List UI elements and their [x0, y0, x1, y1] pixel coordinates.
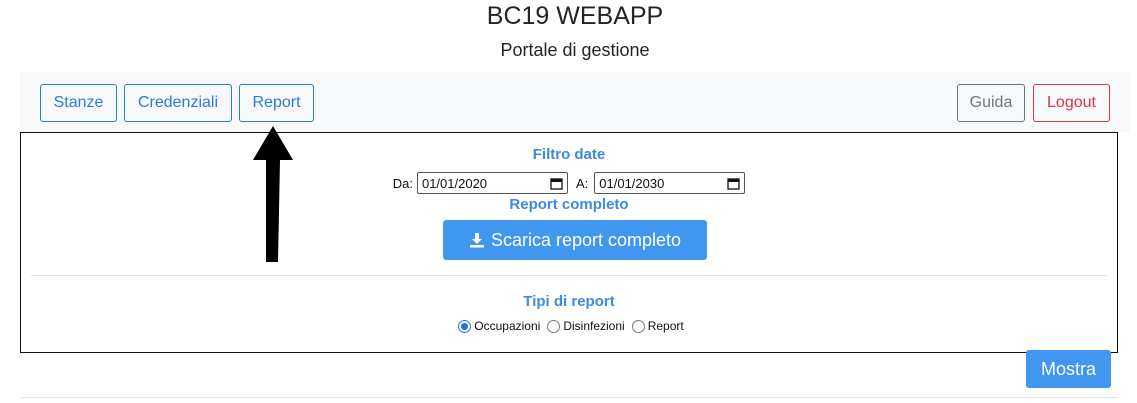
navbar: Stanze Credenziali Report Guida Logout: [20, 72, 1130, 132]
logout-button[interactable]: Logout: [1033, 84, 1110, 122]
guida-button[interactable]: Guida: [957, 84, 1025, 122]
radio-label-occupazioni: Occupazioni: [474, 319, 541, 333]
to-date-label: A:: [575, 175, 589, 191]
download-label: Scarica report completo: [490, 229, 682, 250]
radio-occupazioni[interactable]: [458, 319, 472, 333]
from-date-value: 01/01/2020: [421, 175, 488, 191]
download-full-report-button[interactable]: Scarica report completo: [443, 220, 707, 260]
calendar-icon[interactable]: [727, 177, 740, 190]
app-subtitle: Portale di gestione: [500, 40, 650, 60]
report-panel: Filtro date Da: 01/01/2020 A: 01/01/2030…: [20, 132, 1118, 353]
stanze-button[interactable]: Stanze: [40, 84, 117, 122]
report-button[interactable]: Report: [239, 84, 314, 122]
radio-disinfezioni[interactable]: [547, 319, 561, 333]
bottom-divider: [20, 397, 1118, 398]
full-report-title: Report completo: [509, 196, 629, 213]
credenziali-button[interactable]: Credenziali: [124, 84, 232, 122]
to-date-value: 01/01/2030: [599, 175, 665, 191]
from-date-input[interactable]: 01/01/2020: [416, 172, 568, 194]
annotation-arrow-icon: [253, 126, 293, 262]
show-button[interactable]: Mostra: [1026, 350, 1111, 388]
to-date-input[interactable]: 01/01/2030: [594, 172, 746, 194]
radio-label-disinfezioni: Disinfezioni: [563, 319, 625, 333]
report-type-options: Occupazioni Disinfezioni Report: [21, 319, 1117, 333]
download-icon: [469, 233, 484, 248]
date-filter-title: Filtro date: [532, 146, 606, 163]
radio-report[interactable]: [631, 319, 645, 333]
date-filter-row: Da: 01/01/2020 A: 01/01/2030: [21, 172, 1117, 194]
radio-label-report: Report: [647, 319, 684, 333]
app-title: BC19 WEBAPP: [486, 2, 664, 30]
report-types-title: Tipi di report: [523, 293, 615, 310]
from-date-label: Da:: [392, 175, 413, 191]
divider: [31, 275, 1107, 276]
calendar-icon[interactable]: [550, 177, 563, 190]
